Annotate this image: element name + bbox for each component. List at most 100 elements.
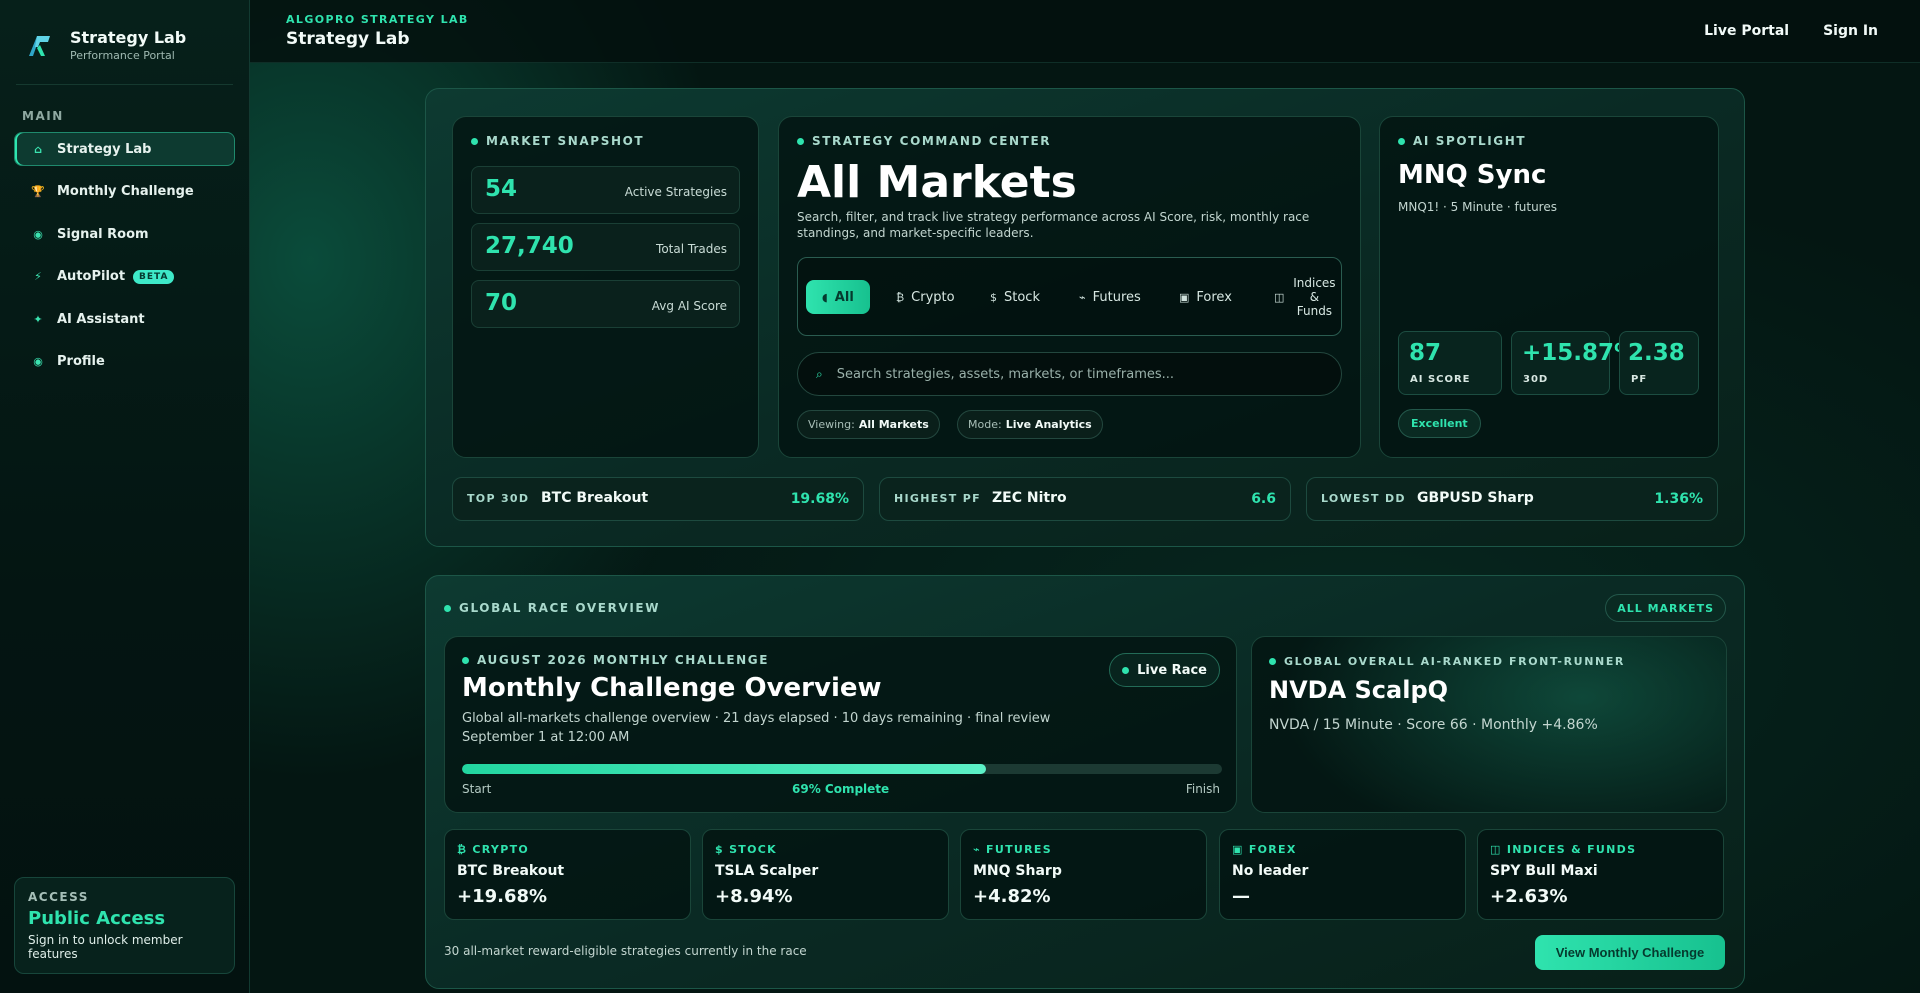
live-race-label: Live Race [1137, 662, 1207, 678]
leader-kicker: HIGHEST PF [894, 492, 981, 505]
trophy-icon: 🏆 [31, 185, 45, 198]
metric-label: PF [1631, 374, 1648, 385]
category-card-stock[interactable]: $ STOCK TSLA Scalper +8.94% [702, 829, 949, 920]
category-leader-value: +2.63% [1490, 886, 1568, 907]
progress-start-label: Start [462, 782, 492, 796]
leader-value: 6.6 [1251, 491, 1276, 507]
sidebar-item-label: Profile [57, 354, 105, 369]
metric-label: 30D [1523, 374, 1549, 385]
brand[interactable]: Strategy Lab Performance Portal [26, 28, 186, 62]
category-card-forex[interactable]: ▣ FOREX No leader — [1219, 829, 1466, 920]
category-kicker: ◫ INDICES & FUNDS [1490, 843, 1637, 856]
search-bar[interactable]: ⌕ [797, 352, 1342, 396]
leader-name: BTC Breakout [541, 490, 649, 506]
bitcoin-icon: ₿ [896, 290, 905, 304]
viewing-label: Viewing: [808, 418, 855, 431]
sparkle-icon: ✦ [33, 312, 43, 326]
category-leader-name: TSLA Scalper [715, 863, 819, 879]
live-dot-icon [1122, 666, 1130, 674]
search-icon: ⌕ [816, 366, 823, 381]
leader-lowest-dd[interactable]: LOWEST DD GBPUSD Sharp 1.36% [1306, 477, 1718, 521]
sidebar-item-profile[interactable]: ◉ Profile [14, 345, 235, 379]
sidebar-item-label: Signal Room [57, 226, 149, 242]
all-markets-button[interactable]: ALL MARKETS [1605, 594, 1726, 622]
snapshot-kicker-text: MARKET SNAPSHOT [486, 134, 645, 148]
indices-icon: ◫ [1274, 290, 1285, 304]
status-dot-icon [1269, 658, 1276, 665]
live-portal-link[interactable]: Live Portal [1704, 23, 1789, 39]
stat-value: 54 [485, 176, 518, 202]
access-label: ACCESS [28, 890, 89, 904]
leader-kicker: LOWEST DD [1321, 492, 1406, 505]
signal-icon: ◉ [33, 227, 43, 241]
stat-label: Avg AI Score [651, 299, 727, 313]
market-snapshot-card: MARKET SNAPSHOT 54 Active Strategies 27,… [452, 116, 759, 458]
challenge-card: AUGUST 2026 MONTHLY CHALLENGE Monthly Ch… [444, 636, 1237, 813]
page-title: Strategy Lab [286, 29, 410, 49]
tab-futures[interactable]: ⌁ Futures [1079, 280, 1141, 314]
leader-value: 19.68% [790, 491, 849, 507]
metric-label: AI SCORE [1410, 374, 1471, 385]
tab-forex[interactable]: ▣ Forex [1179, 280, 1232, 314]
live-race-button[interactable]: Live Race [1109, 653, 1220, 687]
category-kicker: ⌁ FUTURES [973, 843, 1052, 856]
mode-value: Live Analytics [1005, 418, 1092, 431]
challenge-description: Global all-markets challenge overview · … [462, 711, 1051, 745]
view-monthly-challenge-button[interactable]: View Monthly Challenge [1535, 935, 1725, 970]
all-markets-icon: ◖ [822, 290, 828, 304]
metric-30d: +15.87% 30D [1511, 331, 1637, 395]
sign-in-link[interactable]: Sign In [1823, 23, 1878, 39]
tab-crypto[interactable]: ₿ Crypto [896, 280, 955, 314]
tab-label: Stock [1004, 289, 1040, 305]
sidebar-item-signal-room[interactable]: ◉ Signal Room [14, 217, 235, 251]
viewing-pill: Viewing: All Markets [797, 410, 940, 439]
race-kicker-text: GLOBAL RACE OVERVIEW [459, 601, 661, 615]
category-card-futures[interactable]: ⌁ FUTURES MNQ Sharp +4.82% [960, 829, 1207, 920]
frontrunner-title: NVDA ScalpQ [1269, 676, 1449, 704]
spotlight-kicker: AI SPOTLIGHT [1398, 134, 1526, 148]
tab-indices-funds[interactable]: ◫ Indices & Funds [1274, 274, 1337, 320]
sidebar-item-monthly-challenge[interactable]: 🏆 Monthly Challenge [14, 175, 235, 209]
nav-section-label: MAIN [22, 109, 64, 123]
frontrunner-subtitle: NVDA / 15 Minute · Score 66 · Monthly +4… [1269, 717, 1598, 733]
sidebar-item-label: Monthly Challenge [57, 184, 194, 199]
tab-stock[interactable]: $ Stock [990, 280, 1040, 314]
metric-pf: 2.38 PF [1619, 331, 1699, 395]
ai-spotlight-card[interactable]: AI SPOTLIGHT MNQ Sync MNQ1! · 5 Minute ·… [1379, 116, 1719, 458]
category-leader-value: — [1232, 886, 1250, 907]
viewing-value: All Markets [858, 418, 929, 431]
metric-value: 2.38 [1628, 340, 1685, 366]
profile-icon: ◉ [33, 355, 43, 368]
leader-top-30d[interactable]: TOP 30D BTC Breakout 19.68% [452, 477, 864, 521]
category-card-indices-funds[interactable]: ◫ INDICES & FUNDS SPY Bull Maxi +2.63% [1477, 829, 1724, 920]
leader-name: GBPUSD Sharp [1417, 490, 1534, 506]
sidebar-item-strategy-lab[interactable]: ⌂ Strategy Lab [14, 132, 235, 166]
sidebar-item-label: AutoPilot [57, 269, 126, 284]
stat-active-strategies: 54 Active Strategies [471, 166, 740, 214]
search-input[interactable] [836, 366, 1317, 382]
divider [16, 84, 233, 85]
category-card-crypto[interactable]: ₿ CRYPTO BTC Breakout +19.68% [444, 829, 691, 920]
beta-badge: BETA [133, 269, 175, 284]
forex-icon: ▣ [1179, 290, 1190, 304]
status-dot-icon [471, 137, 478, 145]
sidebar-item-ai-assistant[interactable]: ✦ AI Assistant [14, 302, 235, 336]
leader-highest-pf[interactable]: HIGHEST PF ZEC Nitro 6.6 [879, 477, 1291, 521]
sidebar-item-autopilot[interactable]: ⚡ AutoPilot BETA [14, 260, 235, 294]
home-icon: ⌂ [34, 142, 42, 156]
category-kicker: ▣ FOREX [1232, 843, 1297, 856]
snapshot-kicker: MARKET SNAPSHOT [471, 134, 644, 148]
category-leader-name: MNQ Sharp [973, 863, 1062, 879]
category-kicker: ₿ CRYPTO [457, 843, 530, 856]
spotlight-title: MNQ Sync [1398, 160, 1547, 190]
top-links: Live Portal Sign In [1670, 23, 1878, 39]
category-leader-name: No leader [1232, 863, 1309, 879]
frontrunner-card[interactable]: GLOBAL OVERALL AI-RANKED FRONT-RUNNER NV… [1251, 636, 1727, 813]
command-kicker: STRATEGY COMMAND CENTER [797, 134, 1051, 148]
progress-fill [462, 764, 987, 774]
command-center-card: STRATEGY COMMAND CENTER All Markets Sear… [778, 116, 1361, 458]
futures-icon: ⌁ [1079, 290, 1086, 304]
access-card[interactable]: ACCESS Public Access Sign in to unlock m… [14, 877, 235, 974]
tab-all[interactable]: ◖ All [806, 280, 870, 314]
sidebar-item-label: AI Assistant [57, 311, 145, 327]
